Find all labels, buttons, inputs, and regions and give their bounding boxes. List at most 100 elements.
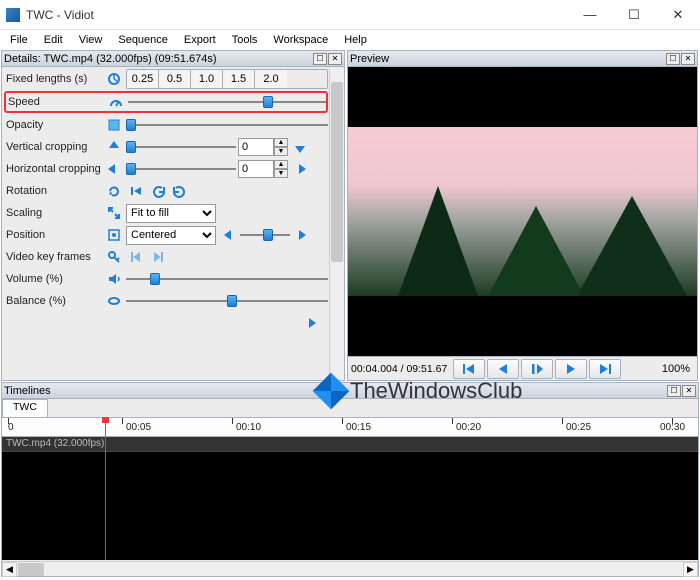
- menu-sequence[interactable]: Sequence: [110, 32, 176, 48]
- timeline-scrollbar[interactable]: ◀ ▶: [2, 561, 698, 576]
- fixed-length-0-5[interactable]: 0.5: [159, 70, 191, 88]
- menu-tools[interactable]: Tools: [224, 32, 266, 48]
- preview-title: Preview: [350, 53, 389, 65]
- opacity-slider[interactable]: [126, 117, 328, 133]
- crop-bottom-icon[interactable]: [290, 138, 310, 156]
- fixed-length-buttons: 0.25 0.5 1.0 1.5 2.0: [126, 69, 328, 89]
- scroll-right-button[interactable]: ▶: [683, 562, 698, 577]
- vcropping-input[interactable]: [238, 138, 274, 156]
- panel-maximize-button[interactable]: ☐: [313, 53, 327, 65]
- position-slider[interactable]: [240, 227, 290, 243]
- clock-icon[interactable]: [104, 70, 124, 88]
- crop-left-icon[interactable]: [104, 160, 124, 178]
- panel-maximize-button[interactable]: ☐: [667, 385, 681, 397]
- timeline-tab[interactable]: TWC: [2, 399, 48, 417]
- volume-slider[interactable]: [126, 271, 328, 287]
- key-icon[interactable]: [104, 248, 124, 266]
- prev-button[interactable]: [487, 359, 519, 379]
- watermark: TheWindowsClub: [318, 378, 522, 404]
- preview-header: Preview ☐ ✕: [348, 51, 697, 67]
- preview-zoom: 100%: [654, 363, 694, 375]
- position-select[interactable]: Centered: [126, 226, 216, 245]
- scroll-left-button[interactable]: ◀: [2, 562, 17, 577]
- crop-right-icon[interactable]: [290, 160, 310, 178]
- titlebar: TWC - Vidiot — ☐ ✕: [0, 0, 700, 30]
- vcropping-spinner[interactable]: ▲▼: [238, 138, 288, 156]
- align-icon[interactable]: [104, 226, 124, 244]
- menu-edit[interactable]: Edit: [36, 32, 71, 48]
- timelines-title: Timelines: [4, 385, 51, 397]
- rotate-cw-icon[interactable]: [170, 182, 190, 200]
- next-button[interactable]: [555, 359, 587, 379]
- arrow-left-icon[interactable]: [218, 226, 238, 244]
- rotate-ccw-icon[interactable]: [148, 182, 168, 200]
- play-button[interactable]: [521, 359, 553, 379]
- fixed-length-2-0[interactable]: 2.0: [255, 70, 287, 88]
- clip-header[interactable]: TWC.mp4 (32.000fps): [2, 437, 698, 451]
- panel-close-button[interactable]: ✕: [681, 53, 695, 65]
- panel-maximize-button[interactable]: ☐: [666, 53, 680, 65]
- spin-up[interactable]: ▲: [274, 160, 288, 169]
- fixed-length-1-0[interactable]: 1.0: [191, 70, 223, 88]
- scroll-thumb[interactable]: [18, 563, 44, 576]
- row-opacity: Opacity: [4, 114, 328, 136]
- hcropping-slider[interactable]: [126, 161, 236, 177]
- fixed-length-1-5[interactable]: 1.5: [223, 70, 255, 88]
- menu-file[interactable]: File: [2, 32, 36, 48]
- close-button[interactable]: ✕: [656, 0, 700, 30]
- balance-icon[interactable]: [104, 292, 124, 310]
- timeline-playhead[interactable]: [105, 419, 106, 560]
- scaling-select[interactable]: Fit to fill: [126, 204, 216, 223]
- crop-top-icon[interactable]: [104, 138, 124, 156]
- row-extra: [4, 312, 328, 334]
- menu-view[interactable]: View: [71, 32, 111, 48]
- arrow-right-icon[interactable]: [292, 226, 312, 244]
- tick-1: 00:05: [126, 422, 151, 433]
- position-label: Position: [4, 229, 104, 241]
- scaling-label: Scaling: [4, 207, 104, 219]
- home-button[interactable]: [453, 359, 485, 379]
- balance-slider[interactable]: [126, 293, 328, 309]
- speaker-icon[interactable]: [104, 270, 124, 288]
- timeline-tracks[interactable]: TWC.mp4 (32.000fps): [2, 437, 698, 560]
- hcropping-label: Horizontal cropping: [4, 163, 104, 175]
- clip-body[interactable]: [2, 451, 698, 560]
- menu-help[interactable]: Help: [336, 32, 375, 48]
- row-video-keyframes: Video key frames: [4, 246, 328, 268]
- tick-4: 00:20: [456, 422, 481, 433]
- menu-workspace[interactable]: Workspace: [265, 32, 336, 48]
- panel-close-button[interactable]: ✕: [328, 53, 342, 65]
- fixed-length-0-25[interactable]: 0.25: [127, 70, 159, 88]
- panel-close-button[interactable]: ✕: [682, 385, 696, 397]
- next-key-icon[interactable]: [148, 248, 168, 266]
- watermark-text: TheWindowsClub: [350, 378, 522, 404]
- hcropping-input[interactable]: [238, 160, 274, 178]
- speedometer-icon[interactable]: [106, 93, 126, 111]
- spin-up[interactable]: ▲: [274, 138, 288, 147]
- arrow-right-icon[interactable]: [302, 314, 322, 332]
- opacity-icon[interactable]: [104, 116, 124, 134]
- tick-3: 00:15: [346, 422, 371, 433]
- spin-down[interactable]: ▼: [274, 147, 288, 156]
- vkeyframes-label: Video key frames: [4, 251, 104, 263]
- menu-export[interactable]: Export: [176, 32, 224, 48]
- reset-rotation-icon[interactable]: [104, 182, 124, 200]
- preview-timecode: 00:04.004 / 09:51.67: [351, 363, 451, 375]
- maximize-button[interactable]: ☐: [612, 0, 656, 30]
- hcropping-spinner[interactable]: ▲▼: [238, 160, 288, 178]
- minimize-button[interactable]: —: [568, 0, 612, 30]
- preview-viewport[interactable]: [348, 67, 697, 356]
- vcropping-slider[interactable]: [126, 139, 236, 155]
- goto-start-icon[interactable]: [126, 182, 146, 200]
- speed-slider[interactable]: [128, 94, 326, 110]
- row-horizontal-cropping: Horizontal cropping ▲▼: [4, 158, 328, 180]
- end-button[interactable]: [589, 359, 621, 379]
- expand-icon[interactable]: [104, 204, 124, 222]
- row-scaling: Scaling Fit to fill: [4, 202, 328, 224]
- details-scrollbar[interactable]: [329, 68, 344, 380]
- prev-key-icon[interactable]: [126, 248, 146, 266]
- row-rotation: Rotation: [4, 180, 328, 202]
- balance-label: Balance (%): [4, 295, 104, 307]
- spin-down[interactable]: ▼: [274, 169, 288, 178]
- details-header: Details: TWC.mp4 (32.000fps) (09:51.674s…: [2, 51, 344, 67]
